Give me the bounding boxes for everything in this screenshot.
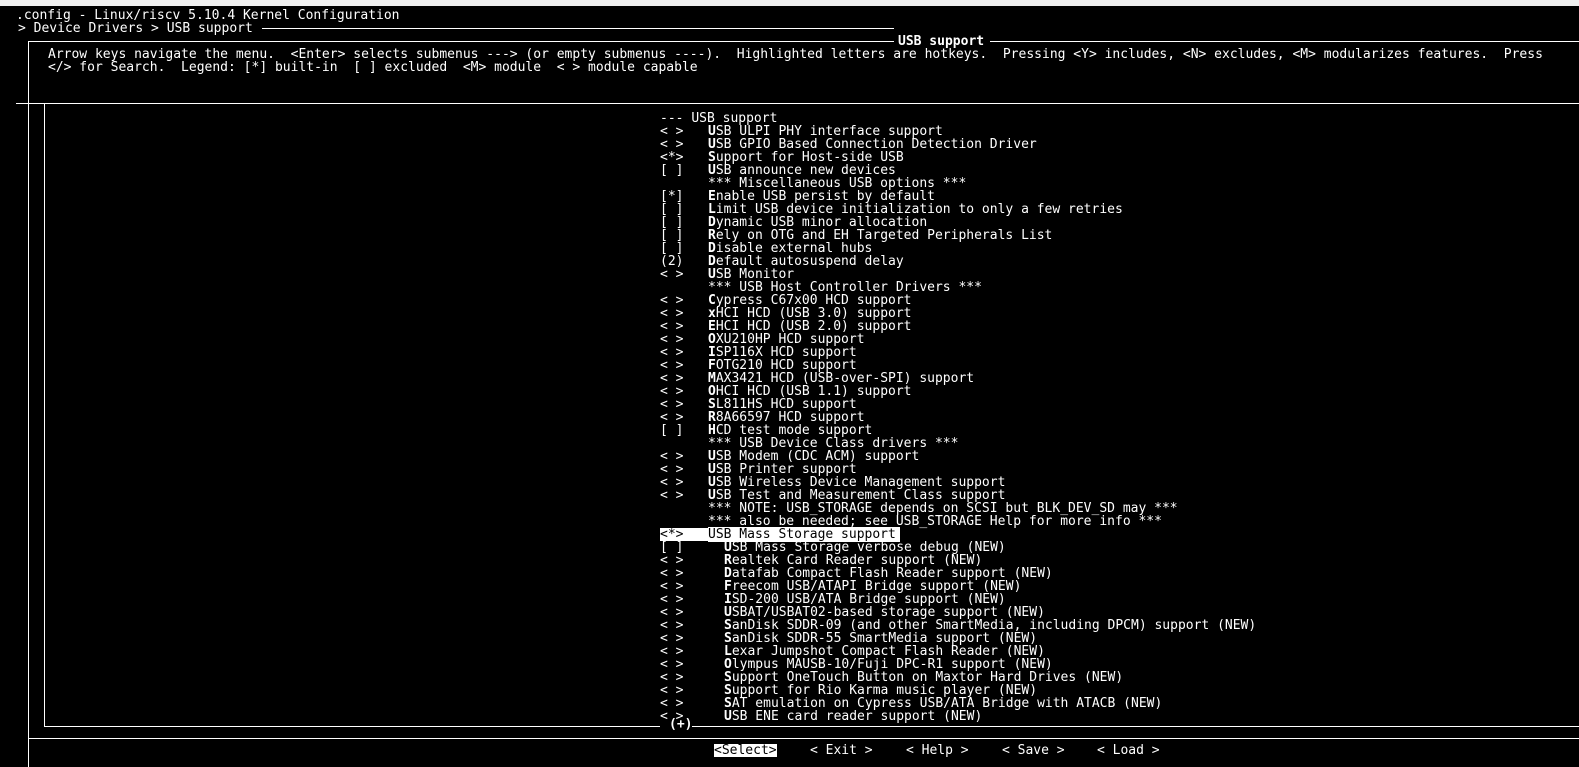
menu-item-mark: [ ] [660, 423, 684, 438]
menu-box-bottom-border-left [44, 726, 660, 727]
menu-item-label: SB ENE card reader support (NEW) [731, 709, 983, 724]
panel-top-border-left [28, 41, 894, 42]
panel-top-border-right [990, 41, 1579, 42]
load-button[interactable]: < Load > [1097, 744, 1160, 757]
menu-item-mark: [ ] [660, 163, 684, 178]
select-button[interactable]: <Select> [714, 744, 777, 757]
menu-box-bottom-border-right [692, 726, 1579, 727]
menu-list[interactable]: --- USB support < > USB ULPI PHY interface… [660, 112, 1256, 723]
panel-left-border [28, 41, 29, 767]
menu-item[interactable]: < > USB ENE card reader support (NEW) [660, 710, 1256, 723]
menu-box-top-border [16, 103, 1579, 104]
menu-item-mark: < > [660, 267, 684, 282]
button-bar-separator [28, 738, 1579, 739]
exit-button[interactable]: < Exit > [810, 744, 873, 757]
help-button[interactable]: < Help > [906, 744, 969, 757]
window-top-strip [0, 0, 1579, 6]
save-button[interactable]: < Save > [1002, 744, 1065, 757]
scroll-more-indicator: (+) [669, 717, 693, 732]
breadcrumb: > Device Drivers > USB support [18, 21, 253, 36]
menu-box-left-border [44, 104, 45, 726]
hotkey-letter: U [724, 709, 732, 724]
breadcrumb-rule [262, 28, 894, 29]
menu-item-mark: < > [660, 488, 684, 503]
help-text-line2: </> for Search. Legend: [*] built-in [ ]… [48, 60, 698, 75]
menu-item-text: USB ENE card reader support (NEW) [708, 709, 982, 724]
